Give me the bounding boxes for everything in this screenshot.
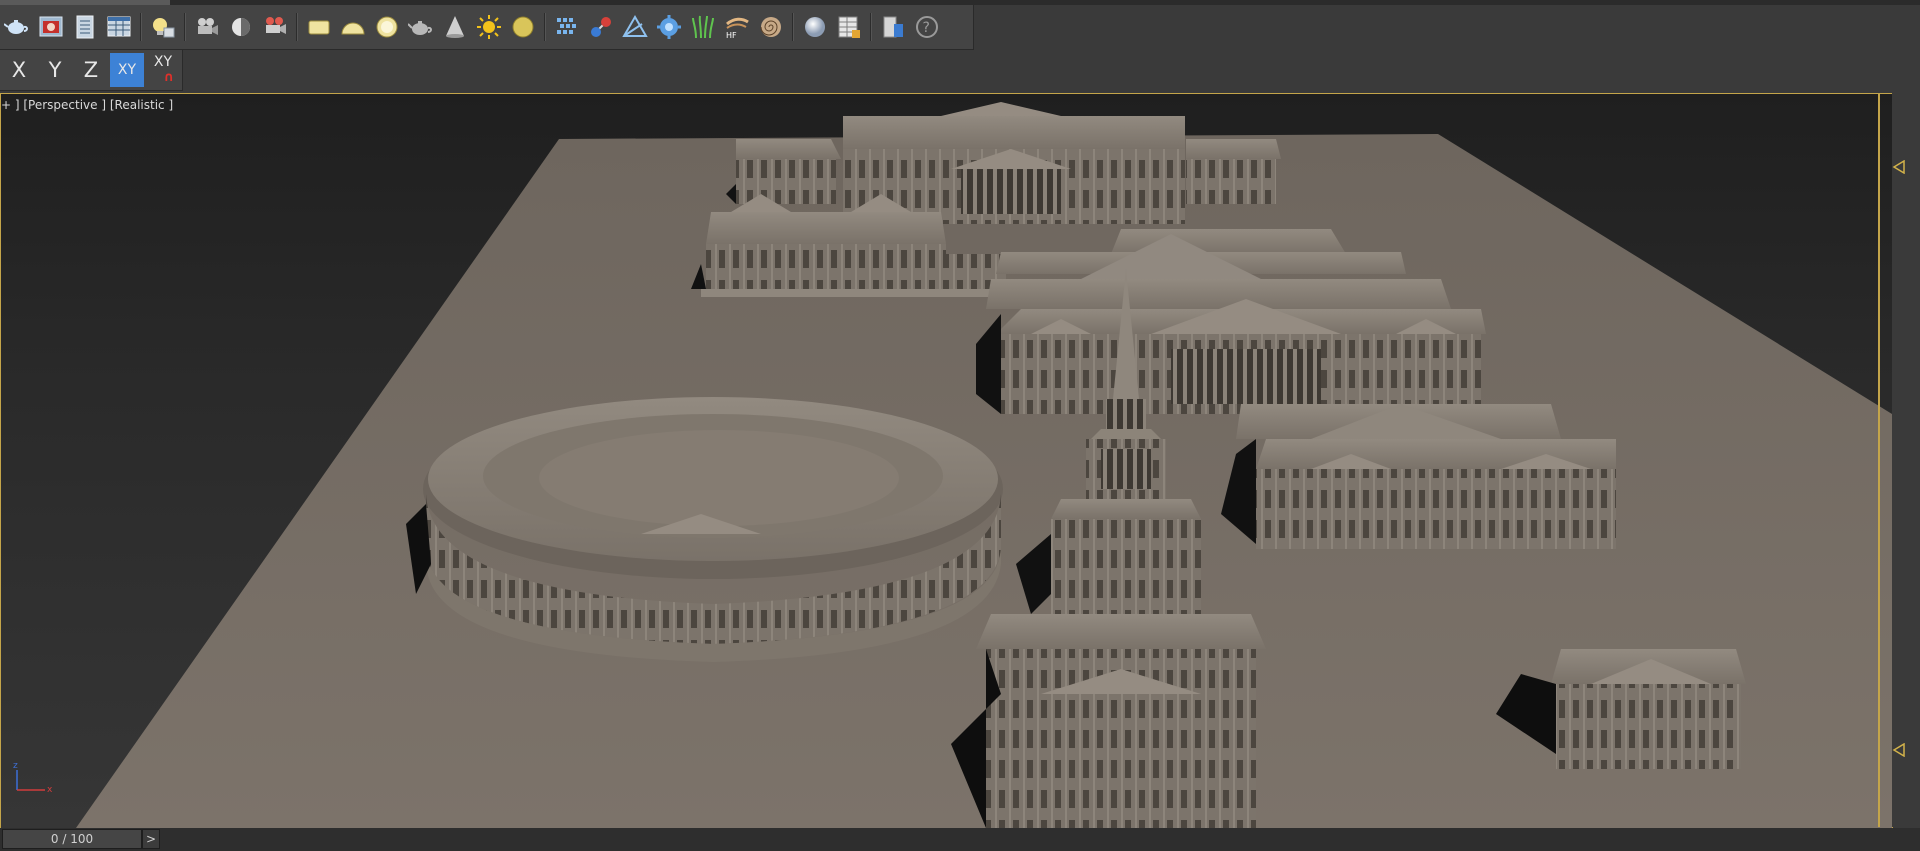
sun-icon[interactable] xyxy=(475,13,503,41)
object-properties-icon[interactable] xyxy=(879,13,907,41)
sphere-white-icon[interactable] xyxy=(801,13,829,41)
axis-y-button[interactable]: Y xyxy=(38,53,72,87)
cone-icon[interactable] xyxy=(441,13,469,41)
envelope-icon[interactable] xyxy=(621,13,649,41)
molecule-icon[interactable] xyxy=(587,13,615,41)
axis-xy-button[interactable]: XY xyxy=(110,53,144,87)
axis-constraints-toolbar: X Y Z XY XY ∩ xyxy=(0,50,183,91)
hair-fur-icon[interactable]: HF xyxy=(723,13,751,41)
hemisphere-icon[interactable] xyxy=(339,13,367,41)
range-end-marker-icon[interactable] xyxy=(1892,743,1906,757)
help-icon[interactable]: ? xyxy=(913,13,941,41)
camera-rig-icon[interactable] xyxy=(261,13,289,41)
svg-text:HF: HF xyxy=(726,31,737,40)
next-frame-button[interactable]: > xyxy=(142,829,160,849)
time-slider-bar: 0 / 100 > xyxy=(0,828,1920,851)
light-lister-icon[interactable] xyxy=(149,13,177,41)
particle-grid-icon[interactable] xyxy=(553,13,581,41)
toolbar-separator xyxy=(792,13,794,41)
toolbar-separator xyxy=(870,13,872,41)
toolbar-separator xyxy=(544,13,546,41)
axis-z-label: z xyxy=(13,761,18,771)
axis-z-button[interactable]: Z xyxy=(74,53,108,87)
render-setup-icon[interactable] xyxy=(71,13,99,41)
perspective-viewport[interactable]: + ] [Perspective ] [Realistic ] z x xyxy=(0,93,1893,829)
table-icon[interactable] xyxy=(835,13,863,41)
camera-icon[interactable] xyxy=(193,13,221,41)
axis-tripod: z x xyxy=(13,761,53,795)
time-slider-frame: 0 / 100 xyxy=(50,832,94,846)
photometric-light-icon[interactable] xyxy=(227,13,255,41)
spiral-icon[interactable] xyxy=(757,13,785,41)
render-frame-window-icon[interactable] xyxy=(37,13,65,41)
right-side-strip xyxy=(1892,93,1920,827)
range-start-marker-icon[interactable] xyxy=(1892,160,1906,174)
round-arena xyxy=(406,397,1003,662)
toolbar-separator xyxy=(140,13,142,41)
right-lower-palace xyxy=(1221,404,1616,549)
main-toolbar: HF ? xyxy=(0,5,974,50)
axis-xy-snap-button[interactable]: XY ∩ xyxy=(146,52,180,88)
svg-text:?: ? xyxy=(923,20,930,36)
magnet-icon: ∩ xyxy=(163,70,174,85)
time-slider[interactable]: 0 / 100 xyxy=(2,829,142,849)
teapot-render-icon[interactable] xyxy=(3,13,31,41)
toolbar-separator xyxy=(296,13,298,41)
axis-xy-snap-label: XY xyxy=(153,54,173,70)
viewport-right-border xyxy=(1878,93,1880,827)
axis-x-button[interactable]: X xyxy=(2,53,36,87)
axis-x-label: x xyxy=(47,785,53,795)
grass-icon[interactable] xyxy=(689,13,717,41)
toolbar-separator xyxy=(184,13,186,41)
gear-particle-icon[interactable] xyxy=(655,13,683,41)
material-editor-grid-icon[interactable] xyxy=(105,13,133,41)
teapot-icon[interactable] xyxy=(407,13,435,41)
plane-icon[interactable] xyxy=(305,13,333,41)
sphere-icon[interactable] xyxy=(373,13,401,41)
sphere-yellow-icon[interactable] xyxy=(509,13,537,41)
scene-render xyxy=(76,102,1892,828)
